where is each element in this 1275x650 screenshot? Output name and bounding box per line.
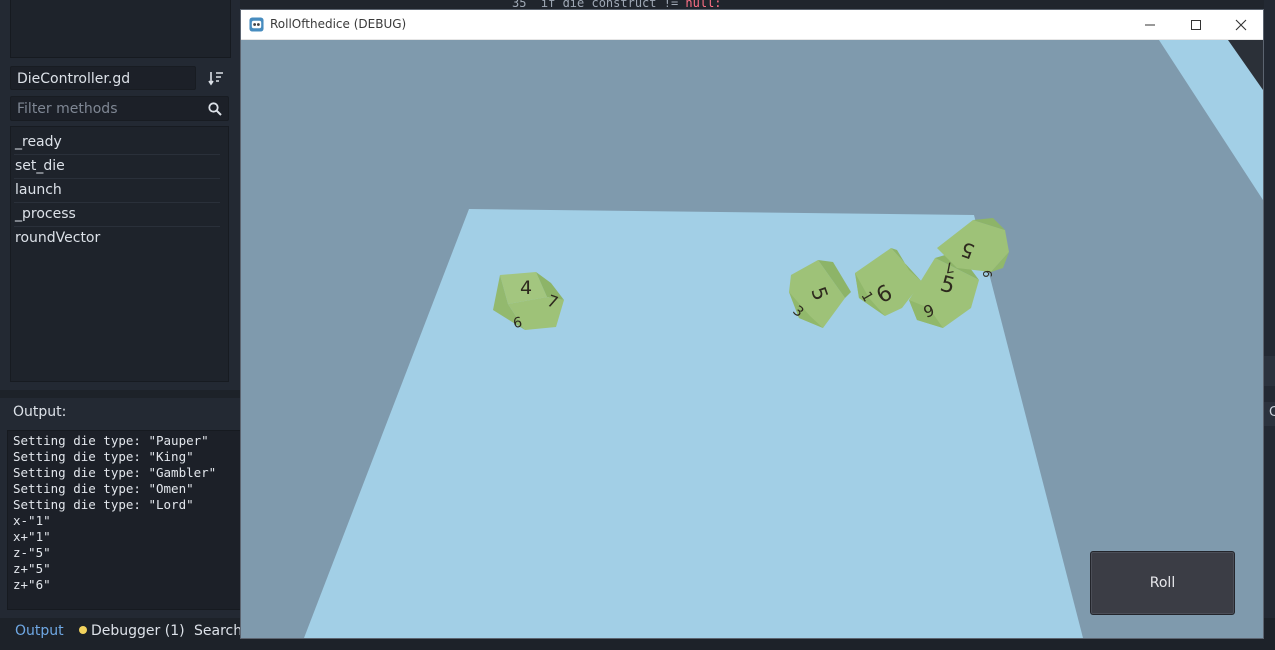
log-line: Setting die type: "Gambler" [13,465,217,480]
maximize-icon [1191,19,1201,30]
method-item[interactable]: set_die [14,155,220,179]
die-face-label: 4 [520,277,532,299]
window-title: RollOfthedice (DEBUG) [270,17,407,31]
godot-app-icon [249,17,264,32]
method-item[interactable]: _process [14,203,220,227]
log-line: z+"5" [13,561,51,576]
tab-output[interactable]: Output [15,621,64,641]
tab-debugger-label: Debugger (1) [91,623,185,639]
debugger-status-dot [79,626,87,634]
inspector-edge: C [1264,0,1275,618]
method-item[interactable]: _ready [14,131,220,155]
minimize-button[interactable] [1127,10,1173,39]
scripts-list[interactable] [10,0,231,58]
log-line: z+"6" [13,577,51,592]
minimize-icon [1145,24,1155,25]
close-icon [1235,19,1247,30]
log-line: x-"1" [13,513,51,528]
script-panel: DieController.gd _ready set_die launch _… [0,0,240,390]
maximize-button[interactable] [1173,10,1219,39]
sort-icon [208,72,223,86]
roll-button[interactable]: Roll [1090,551,1235,615]
edge-label: C [1269,405,1275,420]
panel-edge [1264,356,1275,386]
tab-search[interactable]: Search [194,621,242,641]
tab-debugger[interactable]: Debugger (1) [79,621,185,641]
output-title: Output: [13,404,67,420]
log-line: Setting die type: "Pauper" [13,433,209,448]
output-log[interactable]: Setting die type: "Pauper" Setting die ty… [7,430,240,610]
current-script-name: DieController.gd [10,66,196,90]
filter-methods[interactable] [10,96,229,121]
log-line: Setting die type: "King" [13,449,194,464]
die-face-label: 6 [980,270,994,278]
log-line: z-"5" [13,545,51,560]
log-line: x+"1" [13,529,51,544]
scene-3d: 4 7 6 5 3 9 1 5 9 5 6 7 [241,40,1263,638]
sort-methods-button[interactable] [203,66,229,90]
output-panel: Output: Setting die type: "Pauper" Settin… [0,398,240,618]
game-viewport[interactable]: 4 7 6 5 3 9 1 5 9 5 6 7 Roll [241,40,1263,638]
log-line: Setting die type: "Lord" [13,497,194,512]
close-button[interactable] [1218,10,1263,39]
log-line: Setting die type: "Omen" [13,481,194,496]
search-icon [208,102,222,116]
method-list: _ready set_die launch _process roundVect… [10,126,229,382]
window-titlebar[interactable]: RollOfthedice (DEBUG) [241,10,1263,40]
game-window: RollOfthedice (DEBUG) 4 7 6 5 3 9 1 5 9 … [240,9,1264,639]
method-item[interactable]: launch [14,179,220,203]
method-item[interactable]: roundVector [14,227,220,250]
filter-methods-input[interactable] [11,97,201,120]
